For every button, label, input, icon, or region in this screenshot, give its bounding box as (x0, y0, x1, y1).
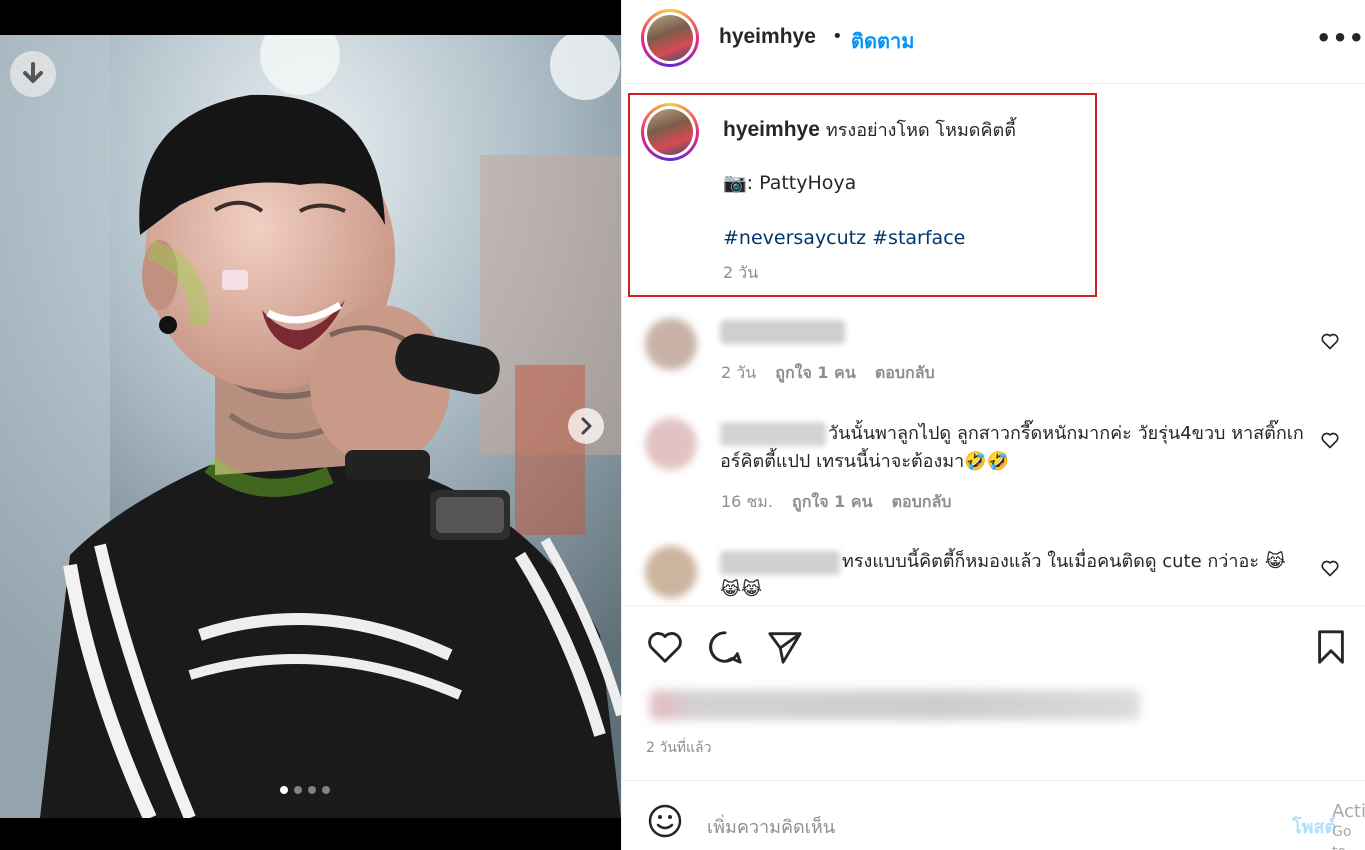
comment-time: 2 วัน (721, 363, 757, 382)
carousel-dot (280, 786, 288, 794)
chevron-right-icon (581, 417, 592, 435)
likes-summary-blurred[interactable] (650, 690, 1140, 720)
share-paper-plane-icon[interactable] (766, 628, 804, 666)
heart-icon[interactable] (1320, 558, 1340, 578)
post-timestamp: 2 วันที่แล้ว (646, 740, 712, 756)
singer-photo-illustration (0, 35, 621, 818)
post-photo[interactable] (0, 35, 621, 818)
comment-input[interactable]: เพิ่มความคิดเห็น (707, 812, 835, 841)
heart-icon[interactable] (1320, 430, 1340, 450)
comment-meta: 2 วัน ถูกใจ 1 คน ตอบกลับ (721, 361, 949, 386)
os-activation-watermark: Acti Go to (1332, 802, 1365, 850)
comment-avatar[interactable] (645, 546, 697, 598)
carousel-dot (322, 786, 330, 794)
watermark-line1: Acti (1332, 801, 1365, 822)
carousel-dots (280, 786, 330, 794)
emoji-smile-icon[interactable] (648, 804, 682, 838)
download-arrow-icon (23, 62, 43, 83)
comment-likes-link[interactable]: ถูกใจ 1 คน (792, 492, 872, 511)
save-bookmark-icon[interactable] (1312, 628, 1350, 666)
post-comment-button[interactable]: โพสต์ (1292, 812, 1336, 841)
follow-button[interactable]: ติดตาม (851, 25, 914, 57)
carousel-dot (308, 786, 316, 794)
comment-avatar[interactable] (645, 318, 697, 370)
caption-hashtags[interactable]: #neversaycutz #starface (723, 227, 965, 249)
comment-reply-button[interactable]: ตอบกลับ (892, 492, 952, 511)
comment-text: วันนั้นพาลูกไปดู ลูกสาวกรี๊ดหนักมากค่ะ ว… (720, 423, 1304, 472)
blurred-username (720, 320, 845, 344)
comment-item: วันนั้นพาลูกไปดู ลูกสาวกรี๊ดหนักมากค่ะ ว… (622, 410, 1365, 520)
caption-username-link[interactable]: hyeimhye (723, 118, 820, 141)
caption-author-avatar[interactable] (641, 103, 699, 161)
post-side-panel: hyeimhye • ติดตาม ••• hyeimhye ทรงอย่างโห… (621, 0, 1365, 850)
more-options-button[interactable]: ••• (1316, 24, 1365, 52)
avatar-image (647, 15, 693, 61)
caption-time: 2 วัน (723, 263, 759, 282)
instagram-post-view: hyeimhye • ติดตาม ••• hyeimhye ทรงอย่างโห… (0, 0, 1365, 850)
comment-username-blurred[interactable] (720, 320, 845, 344)
caption-first-line: hyeimhye ทรงอย่างโหด โหมดคิตตี้ (723, 115, 1016, 144)
header-separator: • (832, 26, 843, 47)
comment-meta: 16 ชม. ถูกใจ 1 คน ตอบกลับ (721, 490, 965, 515)
comment-likes-link[interactable]: ถูกใจ 1 คน (775, 363, 855, 382)
comment-item: 2 วัน ถูกใจ 1 คน ตอบกลับ (622, 300, 1365, 400)
media-pane (0, 0, 621, 850)
watermark-line2: Go to (1332, 824, 1352, 850)
caption-photo-credit: 📷: PattyHoya (723, 172, 857, 194)
carousel-next-button[interactable] (568, 408, 604, 444)
comment-item: ทรงแบบนี้คิตตี้ก็หมองแล้ว ในเมื่อคนติดดู… (622, 538, 1365, 604)
post-header: hyeimhye • ติดตาม ••• (622, 0, 1365, 84)
download-button[interactable] (10, 51, 56, 97)
post-actions-bar (622, 605, 1365, 685)
carousel-dot (294, 786, 302, 794)
like-heart-icon[interactable] (646, 628, 684, 666)
comment-bubble-icon[interactable] (706, 628, 744, 666)
add-comment-bar: เพิ่มความคิดเห็น โพสต์ (622, 780, 1365, 850)
author-avatar[interactable] (641, 9, 699, 67)
caption-block: hyeimhye ทรงอย่างโหด โหมดคิตตี้ 📷: PattyH… (628, 93, 1097, 297)
comment-reply-button[interactable]: ตอบกลับ (875, 363, 935, 382)
caption-text: ทรงอย่างโหด โหมดคิตตี้ (825, 120, 1016, 141)
avatar-image (647, 109, 693, 155)
comment-text: ทรงแบบนี้คิตตี้ก็หมองแล้ว ในเมื่อคนติดดู… (720, 551, 1286, 600)
comment-avatar[interactable] (645, 418, 697, 470)
heart-icon[interactable] (1320, 331, 1340, 351)
comment-time: 16 ชม. (721, 492, 773, 511)
author-username-link[interactable]: hyeimhye (719, 25, 816, 49)
